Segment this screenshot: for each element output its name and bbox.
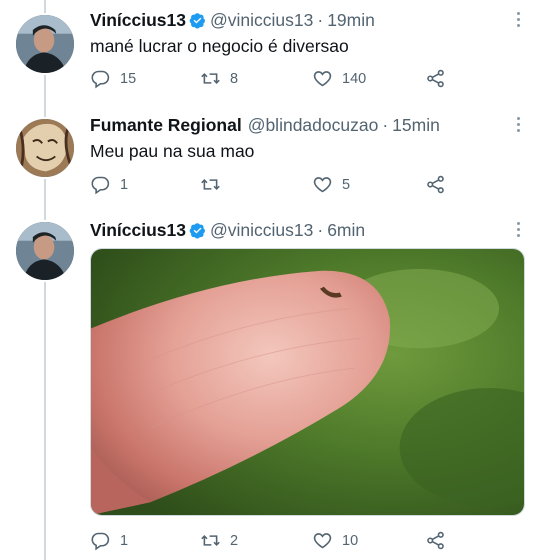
tweet-text: Meu pau na sua mao	[90, 141, 255, 161]
tweet-media-image[interactable]	[90, 248, 525, 516]
reply-count: 1	[120, 176, 129, 193]
like-icon	[313, 177, 332, 193]
like-count: 140	[342, 70, 367, 87]
like-count: 5	[342, 176, 351, 193]
reply-count: 1	[120, 532, 129, 549]
tweet-header: Fumante Regional @blindadocuzao · 15min	[90, 115, 440, 136]
retweet-count: 8	[230, 70, 239, 87]
display-name[interactable]: Fumante Regional	[90, 115, 242, 136]
timestamp[interactable]: 19min	[327, 10, 375, 31]
like-count: 10	[342, 532, 359, 549]
user-avatar[interactable]	[14, 220, 76, 282]
verified-badge-icon	[189, 12, 206, 29]
retweet-icon	[201, 179, 220, 190]
tweet-actions: 1 5	[90, 174, 460, 195]
more-icon[interactable]	[516, 117, 520, 135]
share-button[interactable]	[425, 530, 446, 551]
user-handle[interactable]: @blindadocuzao	[248, 115, 379, 136]
like-button[interactable]: 10	[312, 530, 358, 551]
tweet-actions: 1 2 10	[90, 530, 460, 551]
verified-badge-icon	[189, 222, 206, 239]
tweet-text: mané lucrar o negocio é diversao	[90, 36, 349, 56]
more-icon[interactable]	[516, 12, 520, 30]
timestamp[interactable]: 6min	[327, 220, 365, 241]
like-button[interactable]: 140	[312, 68, 366, 89]
separator-dot: ·	[382, 115, 389, 135]
user-handle[interactable]: @viniccius13	[210, 220, 313, 241]
reply-button[interactable]: 1	[90, 530, 128, 551]
tweet[interactable]: Viníccius13 @viniccius13 · 6min 1 2 10	[0, 210, 538, 560]
reply-icon	[91, 532, 110, 551]
share-icon	[427, 69, 444, 88]
share-icon	[427, 531, 444, 550]
retweet-count: 2	[230, 532, 239, 549]
reply-icon	[91, 70, 110, 89]
display-name[interactable]: Viníccius13	[90, 220, 186, 241]
retweet-button[interactable]	[200, 174, 230, 195]
user-avatar[interactable]	[14, 117, 76, 179]
user-handle[interactable]: @viniccius13	[210, 10, 313, 31]
separator-dot: ·	[317, 220, 324, 240]
display-name[interactable]: Viníccius13	[90, 10, 186, 31]
separator-dot: ·	[317, 10, 324, 30]
retweet-icon	[201, 535, 220, 546]
like-icon	[313, 71, 332, 87]
like-icon	[313, 533, 332, 549]
like-button[interactable]: 5	[312, 174, 350, 195]
more-icon[interactable]	[516, 222, 520, 240]
reply-count: 15	[120, 70, 137, 87]
tweet-header: Viníccius13 @viniccius13 · 6min	[90, 220, 365, 241]
tweet-actions: 15 8 140	[90, 68, 460, 89]
reply-button[interactable]: 1	[90, 174, 128, 195]
retweet-icon	[201, 73, 220, 84]
share-button[interactable]	[425, 68, 446, 89]
tweet[interactable]: Fumante Regional @blindadocuzao · 15min …	[0, 105, 538, 210]
reply-button[interactable]: 15	[90, 68, 136, 89]
retweet-button[interactable]: 8	[200, 68, 238, 89]
tweet[interactable]: Viníccius13 @viniccius13 · 19min mané lu…	[0, 0, 538, 105]
timestamp[interactable]: 15min	[392, 115, 440, 136]
retweet-button[interactable]: 2	[200, 530, 238, 551]
reply-icon	[91, 176, 110, 195]
share-icon	[427, 175, 444, 194]
share-button[interactable]	[425, 174, 446, 195]
user-avatar[interactable]	[14, 13, 76, 75]
tweet-header: Viníccius13 @viniccius13 · 19min	[90, 10, 375, 31]
